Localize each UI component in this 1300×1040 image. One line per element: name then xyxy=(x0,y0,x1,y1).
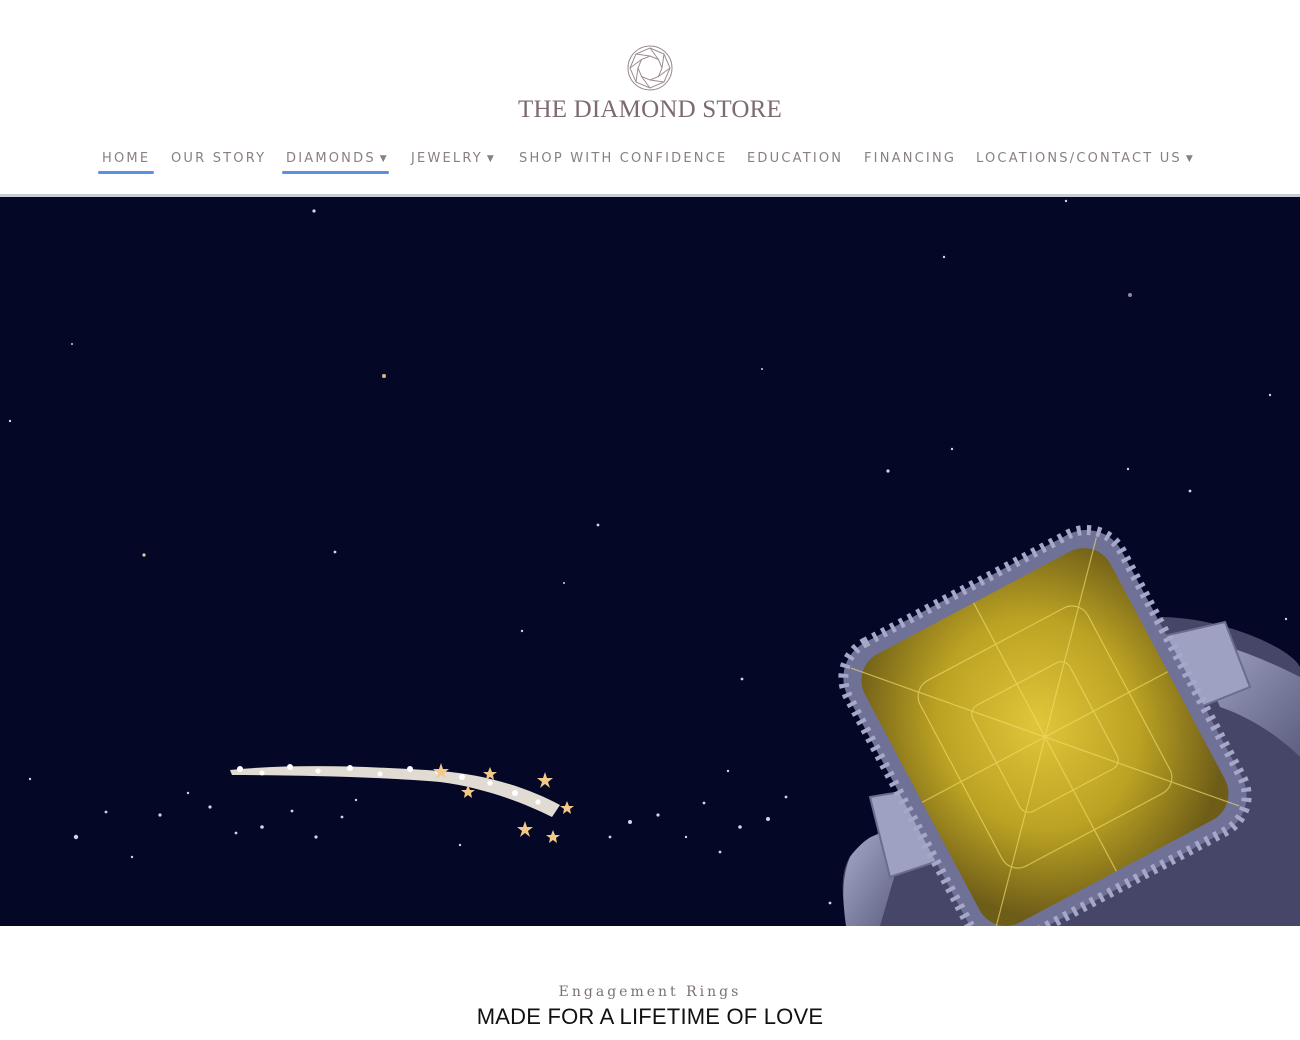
shooting-star-trail xyxy=(230,763,574,843)
nav-item-diamonds[interactable]: DIAMONDS ▼ xyxy=(282,148,389,178)
hero-banner xyxy=(0,197,1300,926)
nav-item-label: HOME xyxy=(102,151,151,166)
caret-down-icon: ▼ xyxy=(379,154,387,164)
active-underline xyxy=(98,171,155,174)
brand-name: THE DIAMOND STORE xyxy=(517,96,783,123)
nav-item-label: JEWELRY xyxy=(411,151,483,166)
nav-item-label: EDUCATION xyxy=(747,151,844,166)
hero-scene xyxy=(8,199,1300,926)
nav-item-home[interactable]: HOME xyxy=(98,148,155,178)
nav-item-our-story[interactable]: OUR STORY xyxy=(171,148,266,178)
nav-item-education[interactable]: EDUCATION xyxy=(747,148,843,178)
nav-item-label: DIAMONDS xyxy=(286,151,376,166)
nav-item-label: OUR STORY xyxy=(171,151,267,166)
caret-down-icon: ▼ xyxy=(1185,154,1193,164)
section-headline: MADE FOR A LIFETIME OF LOVE xyxy=(476,1004,824,1029)
nav-item-label: FINANCING xyxy=(864,151,957,166)
nav-item-shop-with-confidence[interactable]: SHOP WITH CONFIDENCE xyxy=(519,148,727,178)
nav-item-jewelry[interactable]: JEWELRY ▼ xyxy=(411,148,494,178)
caret-down-icon: ▼ xyxy=(486,154,494,164)
nav-item-label: SHOP WITH CONFIDENCE xyxy=(519,151,728,166)
nav-item-financing[interactable]: FINANCING xyxy=(864,148,956,178)
main-nav: HOME OUR STORY DIAMONDS ▼ JEWELRY ▼ SHOP W… xyxy=(0,148,1300,180)
yellow-diamond-ring-image xyxy=(838,524,1300,926)
nav-item-label: LOCATIONS/CONTACT US xyxy=(976,151,1182,166)
section-eyebrow: Engagement Rings xyxy=(558,984,742,1000)
logo-link[interactable]: THE DIAMOND STORE xyxy=(500,40,800,130)
site-header: THE DIAMOND STORE HOME OUR STORY DIAMOND… xyxy=(0,0,1300,197)
engagement-section: Engagement Rings MADE FOR A LIFETIME OF … xyxy=(0,926,1300,1040)
nav-item-locations-contact[interactable]: LOCATIONS/CONTACT US ▼ xyxy=(976,148,1193,178)
diamond-outline-icon xyxy=(627,45,673,91)
active-underline xyxy=(282,171,389,174)
